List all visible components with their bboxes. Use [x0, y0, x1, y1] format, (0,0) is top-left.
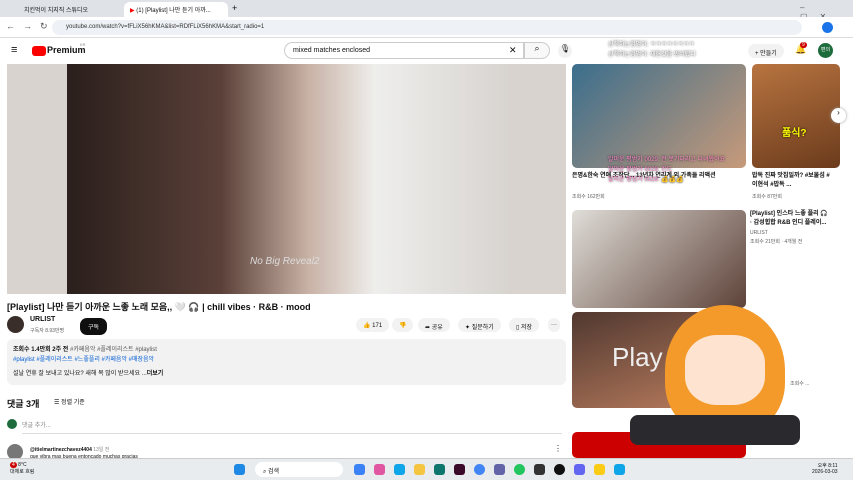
app-icon[interactable] — [514, 464, 525, 475]
taskbar: 4 8°C 대체로 흐림 ⌕ 검색 오후 8:11 2026-03-03 — [0, 458, 853, 480]
sidebar-item-title[interactable]: [Playlist] 인스타 느좋 플리 🎧 · 감성힙합 R&B 인디 플레이… — [750, 210, 830, 228]
weather-text: 대체로 흐림 — [10, 469, 35, 475]
app-icon[interactable] — [374, 464, 385, 475]
comment-count: 댓글 3개 — [7, 399, 40, 409]
save-label: 저장 — [520, 325, 533, 331]
menu-icon[interactable]: ≡ — [11, 44, 17, 56]
teams-icon[interactable] — [494, 464, 505, 475]
notif-badge: 9 — [800, 42, 807, 48]
ask-label: 질문하기 — [471, 325, 494, 331]
channel-name[interactable]: URLIST — [30, 316, 55, 323]
carousel-next-button[interactable]: › — [831, 108, 846, 123]
sidebar-thumb-2[interactable]: 품식? — [752, 64, 840, 168]
address-bar-row: ←→↻ youtube.com/watch?v=fFLiX56hKMA&list… — [0, 17, 853, 38]
nav-buttons[interactable]: ←→↻ — [6, 21, 56, 32]
sidebar-thumb-1[interactable] — [572, 64, 746, 168]
sidebar-item-meta: 조회수 162만회 — [572, 194, 605, 200]
comment-menu-icon[interactable]: ⋮ — [554, 444, 562, 453]
sidebar-item-meta: 조회수 87만회 — [752, 194, 782, 200]
url-field[interactable]: youtube.com/watch?v=fFLiX56hKMA&list=RDf… — [52, 20, 802, 35]
tab-youtube[interactable]: ▶ (1) [Playlist] 나만 듣기 아까... — [124, 2, 228, 17]
taskbar-search[interactable]: ⌕ 검색 — [255, 462, 343, 477]
video-title: [Playlist] 나만 듣기 아까운 느좋 노래 모음,, 🤍 🎧 | ch… — [7, 302, 311, 312]
weather-badge: 4 — [10, 462, 17, 468]
comment-author[interactable]: @itielmartinezchavez4404 — [30, 447, 92, 453]
chat-overlay: 산책하는멍멍이: ㅋㅋㅋㅋㅋㅋㅋㅋ 산책하는멍멍이: 재현것을 봐버렸다 — [608, 40, 696, 60]
view-stats: 조회수 1.4만회 2주 전 — [13, 347, 69, 353]
save-button[interactable]: ▯ 저장 — [509, 318, 540, 332]
browser-tab-bar: 치킨먹이 치지직 스튜디오 ▶ (1) [Playlist] 나만 듣기 아까.… — [0, 0, 853, 21]
search-button[interactable]: ⌕ — [524, 42, 550, 59]
comment-header: @itielmartinezchavez4404 13일 전 — [30, 446, 109, 453]
chat-message: 산책하는멍멍이: ㅋㅋㅋㅋㅋㅋㅋㅋ — [608, 42, 695, 48]
logo-country: KR — [80, 42, 86, 47]
ask-button[interactable]: ✦ 질문하기 — [458, 318, 501, 332]
thumb-caption: 품식? — [782, 128, 807, 139]
chrome-icon[interactable] — [474, 464, 485, 475]
app-icon[interactable] — [614, 464, 625, 475]
sidebar-item-channel[interactable]: URLIST — [750, 230, 768, 236]
description-box[interactable]: 조회수 1.4만회 2주 전 #카페음악 #플레이리스트 #playlist #… — [7, 339, 566, 385]
app-icon[interactable] — [574, 464, 585, 475]
sidebar-item-title[interactable]: 밥독 진짜 맛집일까? #보물섬 #이현석 #밥독 ... — [752, 172, 832, 190]
comment-time: 13일 전 — [93, 447, 110, 453]
chat-message: 알미운 평범가 0029: 💰💰💰 — [608, 177, 684, 183]
user-avatar[interactable]: 편의 — [818, 43, 833, 58]
tab-studio[interactable]: 치킨먹이 치지직 스튜디오 — [18, 2, 123, 17]
tab-label: (1) [Playlist] 나만 듣기 아까... — [136, 8, 211, 14]
chat-message: 산책하는멍멍이: 재현것을 봐버렸다 — [608, 52, 696, 58]
clock[interactable]: 오후 8:11 2026-03-03 — [812, 462, 838, 475]
video-overlay-text: No Big Reveal2 — [250, 256, 320, 267]
share-button[interactable]: ➦ 공유 — [418, 318, 450, 332]
hashtags[interactable]: #카페음악 #플레이리스트 #playlist — [70, 347, 157, 353]
vtuber-avatar — [630, 285, 810, 455]
mic-icon[interactable]: 🎙 — [558, 44, 572, 58]
edge-icon[interactable] — [394, 464, 405, 475]
subscriber-count: 구독자 8.93만명 — [30, 328, 65, 334]
app-icon[interactable] — [594, 464, 605, 475]
subscribe-button[interactable]: 구독 — [80, 318, 108, 335]
video-player[interactable]: No Big Reveal2 — [7, 64, 566, 294]
weather-temp: 8°C — [18, 462, 27, 468]
tab-label: 치킨먹이 치지직 스튜디오 — [24, 8, 89, 14]
hashtags[interactable]: #playlist #플레이리스트 #느좋플리 #카페음악 #매장음악 — [13, 355, 560, 365]
youtube-logo-icon[interactable] — [32, 46, 46, 56]
dislike-button[interactable]: 👎 — [392, 318, 414, 332]
app-icon[interactable] — [454, 464, 465, 475]
description-text: 설날 연휴 잘 보내고 있나요? 새해 복 많이 받으세요 ... — [13, 371, 147, 377]
create-button[interactable]: + 만들기 — [748, 44, 784, 58]
clock-time: 오후 8:11 — [817, 463, 838, 469]
chat-message: 알미운 평범가 0029: 킨드 — [608, 167, 673, 173]
more-actions-button[interactable]: ··· — [548, 318, 560, 332]
start-icon[interactable] — [234, 464, 245, 475]
comment-input[interactable]: 댓글 추가... — [22, 420, 562, 434]
channel-avatar[interactable] — [7, 316, 24, 333]
app-icon[interactable] — [534, 464, 545, 475]
like-button[interactable]: 👍 171 — [356, 318, 390, 332]
youtube-header: ≡ Premium KR mixed matches enclosed ✕ ⌕ … — [0, 38, 853, 64]
store-icon[interactable] — [434, 464, 445, 475]
share-label: 공유 — [431, 325, 443, 331]
clock-date: 2026-03-03 — [812, 469, 838, 475]
like-count: 171 — [372, 323, 383, 329]
clear-search-icon[interactable]: ✕ — [509, 45, 517, 56]
user-avatar-small — [7, 419, 17, 429]
profile-avatar[interactable] — [822, 22, 833, 33]
search-input[interactable]: mixed matches enclosed — [284, 42, 524, 59]
chat-overlay-lower: 알미운 평범가 0029: 전 못기다리고 다녀왔어요 알미운 평범가 0029… — [608, 155, 725, 185]
sort-button[interactable]: ☰ 정렬 기준 — [54, 397, 85, 406]
more-link[interactable]: 더보기 — [147, 371, 164, 377]
new-tab-button[interactable]: + — [232, 3, 237, 13]
sort-label: 정렬 기준 — [61, 400, 85, 406]
chat-message: 알미운 평범가 0029: 전 못기다리고 다녀왔어요 — [608, 157, 726, 163]
search-placeholder: 검색 — [268, 469, 280, 475]
app-icon[interactable] — [354, 464, 365, 475]
explorer-icon[interactable] — [414, 464, 425, 475]
app-icon[interactable] — [554, 464, 565, 475]
weather-widget[interactable]: 4 8°C 대체로 흐림 — [10, 462, 34, 475]
sidebar-item-meta: 조회수 21만회 · 4개월 전 — [750, 239, 803, 245]
notifications-icon[interactable]: 🔔 9 — [795, 42, 807, 55]
create-label: 만들기 — [760, 51, 777, 57]
